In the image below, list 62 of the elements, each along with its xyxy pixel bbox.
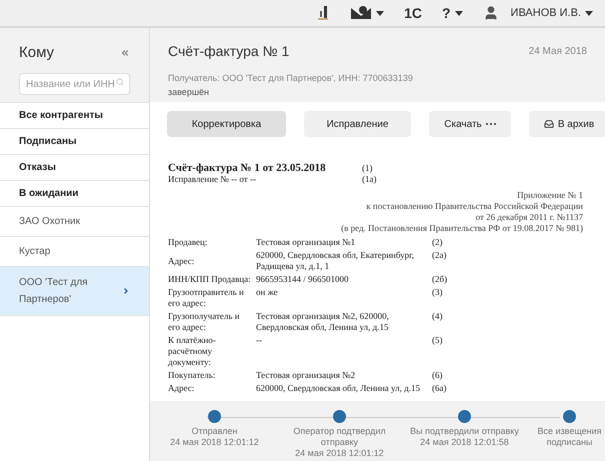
help-button[interactable]: ?: [442, 2, 463, 24]
action-button[interactable]: Корректировка: [167, 111, 286, 137]
document-status: завершён: [168, 86, 210, 99]
field-value: 620000, Свердловская обл, Ленина ул, д.15: [256, 383, 421, 394]
user-menu-button[interactable]: ИВАНОВ И.В.: [482, 4, 593, 22]
sidebar-title: Кому: [19, 43, 54, 63]
step-time: 24 мая 2018 12:01:58: [420, 437, 509, 448]
appendix-line: к постановлению Правительства Российской Федерации: [366, 201, 583, 212]
field-label: ИНН/КПП Продавца:: [168, 274, 252, 285]
sidebar-item[interactable]: ООО 'Тест для Партнеров': [0, 266, 149, 315]
field-number: (5): [432, 335, 442, 346]
archive-button[interactable]: В архив: [529, 111, 605, 137]
field-label: Адрес:: [168, 383, 196, 394]
field-label: Адрес:: [168, 256, 196, 266]
field-value: --: [256, 335, 263, 346]
mail-stamp-icon[interactable]: [350, 6, 372, 20]
step-label: Все извещения подписаны: [536, 426, 603, 448]
search-field[interactable]: Название или ИНН: [19, 73, 130, 95]
document-title: Счёт-фактура № 1: [168, 42, 290, 61]
appendix-line: от 26 декабря 2011 г. №1137: [476, 212, 583, 223]
user-icon: [482, 5, 499, 21]
chevron-icon: [122, 287, 130, 295]
caret-icon: [376, 10, 384, 16]
field-value: Тестовая организация №2, 620000, Свердловская обл, Ленина ул, д.15: [256, 311, 390, 333]
caret-icon: [585, 10, 593, 16]
step-label: Оператор подтвердил отправку: [292, 426, 387, 448]
step-time: 24 мая 2018 12:01:12: [295, 448, 384, 459]
field-value: Тестовая организация №1: [256, 237, 356, 248]
inbox-icon: [544, 119, 554, 129]
invoice-heading: Счёт-фактура № 1 от 23.05.2018: [168, 163, 327, 174]
download-button[interactable]: Скачать: [429, 111, 511, 137]
field-label: К платёжно-расчётному документу:: [168, 335, 217, 368]
correction-line: Исправление № -- от --: [168, 174, 257, 185]
field-value: 620000, Свердловская обл, Екатеринбург, Радищева ул, д.1, 1: [256, 250, 416, 272]
field-number: (2): [432, 237, 442, 248]
field-label: Грузоотправитель и его адрес:: [168, 287, 245, 309]
appendix-line: (в ред. Постановления Правительства РФ от 19.08.2017 № 981): [341, 223, 583, 234]
step-time: 24 мая 2018 12:01:12: [170, 437, 259, 448]
field-value: 9665953144 / 966501000: [256, 274, 350, 285]
field-number: (3): [432, 287, 442, 298]
field-number: (1а): [362, 174, 376, 185]
caret-icon: [454, 10, 463, 16]
field-label: Продавец:: [168, 237, 208, 248]
field-value: Тестовая организация №2: [256, 370, 356, 381]
field-label: Грузополучатель и его адрес:: [168, 311, 241, 333]
appendix-line: Приложение № 1: [517, 190, 583, 201]
field-number: (4): [432, 311, 442, 322]
step-label: Отправлен: [190, 426, 238, 437]
field-label: Покупатель:: [168, 370, 216, 381]
field-number: (1): [362, 163, 372, 174]
step-label: Вы подтвердили отправку: [409, 426, 520, 437]
recipient-line: Получатель: ООО 'Тест для Партнеров', ИНН: 7700633139: [168, 72, 414, 85]
collapse-icon[interactable]: [120, 48, 130, 58]
action-button[interactable]: Исправление: [304, 111, 411, 137]
field-number: (2а): [432, 250, 446, 261]
search-icon: [116, 78, 124, 86]
onec-link[interactable]: 1С: [404, 2, 422, 24]
field-number: (2б): [432, 274, 448, 285]
field-number: (6): [432, 370, 442, 381]
field-number: (6а): [432, 383, 446, 394]
document-date: 24 Мая 2018: [528, 45, 587, 59]
field-value: он же: [256, 287, 279, 298]
